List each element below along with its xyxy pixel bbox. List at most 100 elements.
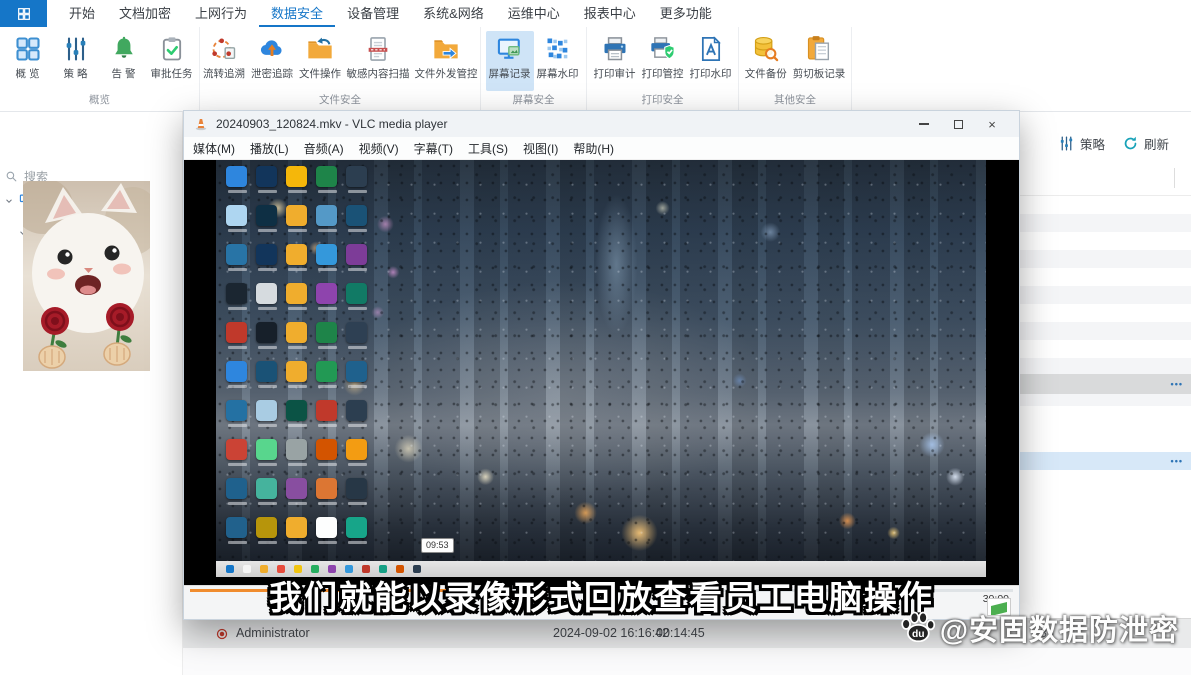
vlc-menu-5[interactable]: 工具(S) <box>468 140 508 157</box>
red-dot-icon <box>216 628 228 640</box>
desktop-app-icon <box>256 361 278 400</box>
menu-tab-7[interactable]: 报表中心 <box>572 0 648 27</box>
menu-tab-6[interactable]: 运维中心 <box>496 0 572 27</box>
desktop-app-icon <box>256 478 278 517</box>
ribbon-item-0-3[interactable]: 审批任务 <box>148 31 196 91</box>
ribbon-item-4-1[interactable]: 剪切板记录 <box>790 31 849 91</box>
ribbon-item-3-0[interactable]: 打印审计 <box>591 31 639 91</box>
session-user: Administrator <box>236 626 310 640</box>
ribbon-item-0-2[interactable]: 告 警 <box>100 31 148 91</box>
ribbon-group-label: 概览 <box>0 91 199 111</box>
grid-icon <box>14 35 42 63</box>
desktop-icon-grid <box>226 166 368 556</box>
menu-tab-8[interactable]: 更多功能 <box>648 0 724 27</box>
refresh-label: 刷新 <box>1144 134 1169 153</box>
search-icon <box>5 170 18 183</box>
clipboard-doc-icon <box>805 35 833 63</box>
desktop-app-icon <box>286 439 308 478</box>
desktop-app-icon <box>346 244 368 283</box>
ribbon-group-4: 文件备份剪切板记录其他安全 <box>739 27 852 111</box>
ribbon-item-2-0[interactable]: 屏幕记录 <box>486 31 534 91</box>
ribbon-item-1-2[interactable]: 文件操作 <box>296 31 344 91</box>
ribbon-item-3-2[interactable]: 打印水印 <box>687 31 735 91</box>
desktop-app-icon <box>256 244 278 283</box>
ribbon-item-1-4[interactable]: 文件外发管控 <box>412 31 480 91</box>
menu-tab-5[interactable]: 系统&网络 <box>411 0 496 27</box>
app-grid-logo-icon <box>16 6 32 22</box>
ribbon-item-1-3[interactable]: 敏感内容扫描 <box>344 31 412 91</box>
desktop-app-icon <box>316 322 338 361</box>
ribbon-item-label: 告 警 <box>112 66 136 81</box>
policy-button[interactable]: 策略 <box>1054 130 1109 156</box>
vlc-titlebar[interactable]: 20240903_120824.mkv - VLC media player × <box>184 111 1019 137</box>
vlc-menu-0[interactable]: 媒体(M) <box>193 140 235 157</box>
maximize-button[interactable] <box>941 113 975 135</box>
refresh-icon <box>1122 135 1139 152</box>
ribbon-item-label: 屏幕水印 <box>537 66 579 81</box>
desktop-app-icon <box>226 478 248 517</box>
bell-icon <box>110 35 138 63</box>
ribbon-group-2: 屏幕记录屏幕水印屏幕安全 <box>481 27 587 111</box>
ribbon-item-3-1[interactable]: 打印管控 <box>639 31 687 91</box>
desktop-app-icon <box>346 166 368 205</box>
row-actions-button[interactable]: ••• <box>1171 456 1183 466</box>
ribbon-item-1-0[interactable]: 流转追溯 <box>200 31 248 91</box>
close-button[interactable]: × <box>975 113 1009 135</box>
menu-tab-3[interactable]: 数据安全 <box>259 0 335 27</box>
menu-tab-2[interactable]: 上网行为 <box>183 0 259 27</box>
session-duration: 00:14:45 <box>656 626 705 640</box>
ribbon-item-label: 文件备份 <box>745 66 787 81</box>
desktop-app-icon <box>346 361 368 400</box>
vlc-menu-7[interactable]: 帮助(H) <box>573 140 614 157</box>
ribbon-item-label: 打印管控 <box>642 66 684 81</box>
vlc-menu-6[interactable]: 视图(I) <box>523 140 558 157</box>
cloud-upload-icon <box>258 35 286 63</box>
desktop-app-icon <box>286 283 308 322</box>
channel-watermark: @安固数据防泄密 <box>899 607 1179 649</box>
menu-tab-1[interactable]: 文档加密 <box>107 0 183 27</box>
vlc-menubar: 媒体(M) 播放(L) 音频(A) 视频(V) 字幕(T) 工具(S) 视图(I) 帮助(H) <box>184 137 1019 160</box>
ribbon-group-label: 打印安全 <box>587 91 738 111</box>
recorded-desktop-frame <box>216 160 986 577</box>
monitor-record-icon <box>496 35 524 63</box>
ribbon-item-0-0[interactable]: 概 览 <box>4 31 52 91</box>
sliders-icon <box>1058 135 1075 152</box>
ribbon-item-1-1[interactable]: 泄密追踪 <box>248 31 296 91</box>
policy-label: 策略 <box>1080 134 1105 153</box>
vlc-cone-icon <box>194 117 208 131</box>
app-logo[interactable] <box>0 0 47 27</box>
desktop-app-icon <box>346 322 368 361</box>
minimize-button[interactable] <box>907 113 941 135</box>
cycle-icon <box>210 35 238 63</box>
desktop-app-icon <box>256 283 278 322</box>
pixel-watermark-icon <box>544 35 572 63</box>
folder-export-icon <box>432 35 460 63</box>
desktop-app-icon <box>226 439 248 478</box>
desktop-app-icon <box>316 166 338 205</box>
ribbon-item-2-1[interactable]: 屏幕水印 <box>534 31 582 91</box>
vlc-menu-4[interactable]: 字幕(T) <box>414 140 453 157</box>
desktop-app-icon <box>286 205 308 244</box>
printer-icon <box>601 35 629 63</box>
vlc-menu-3[interactable]: 视频(V) <box>359 140 399 157</box>
desktop-app-icon <box>316 205 338 244</box>
desktop-app-icon <box>316 361 338 400</box>
vlc-menu-2[interactable]: 音频(A) <box>304 140 344 157</box>
desktop-app-icon <box>226 283 248 322</box>
menu-tabs: 开始文档加密上网行为数据安全设备管理系统&网络运维中心报表中心更多功能 <box>57 0 724 27</box>
desktop-app-icon <box>316 400 338 439</box>
ribbon-item-0-1[interactable]: 策 略 <box>52 31 100 91</box>
ribbon-item-4-0[interactable]: 文件备份 <box>742 31 790 91</box>
menu-tab-4[interactable]: 设备管理 <box>335 0 411 27</box>
desktop-app-icon <box>256 400 278 439</box>
desktop-app-icon <box>286 244 308 283</box>
video-subtitle: 我们就能以录像形式回放查看员工电脑操作 <box>183 571 1020 619</box>
desktop-app-icon <box>346 478 368 517</box>
menu-tab-0[interactable]: 开始 <box>57 0 107 27</box>
row-actions-button[interactable]: ••• <box>1171 379 1183 389</box>
desktop-app-icon <box>286 166 308 205</box>
folder-undo-icon <box>306 35 334 63</box>
refresh-button[interactable]: 刷新 <box>1118 130 1173 156</box>
vlc-menu-1[interactable]: 播放(L) <box>250 140 289 157</box>
desktop-app-icon <box>346 283 368 322</box>
